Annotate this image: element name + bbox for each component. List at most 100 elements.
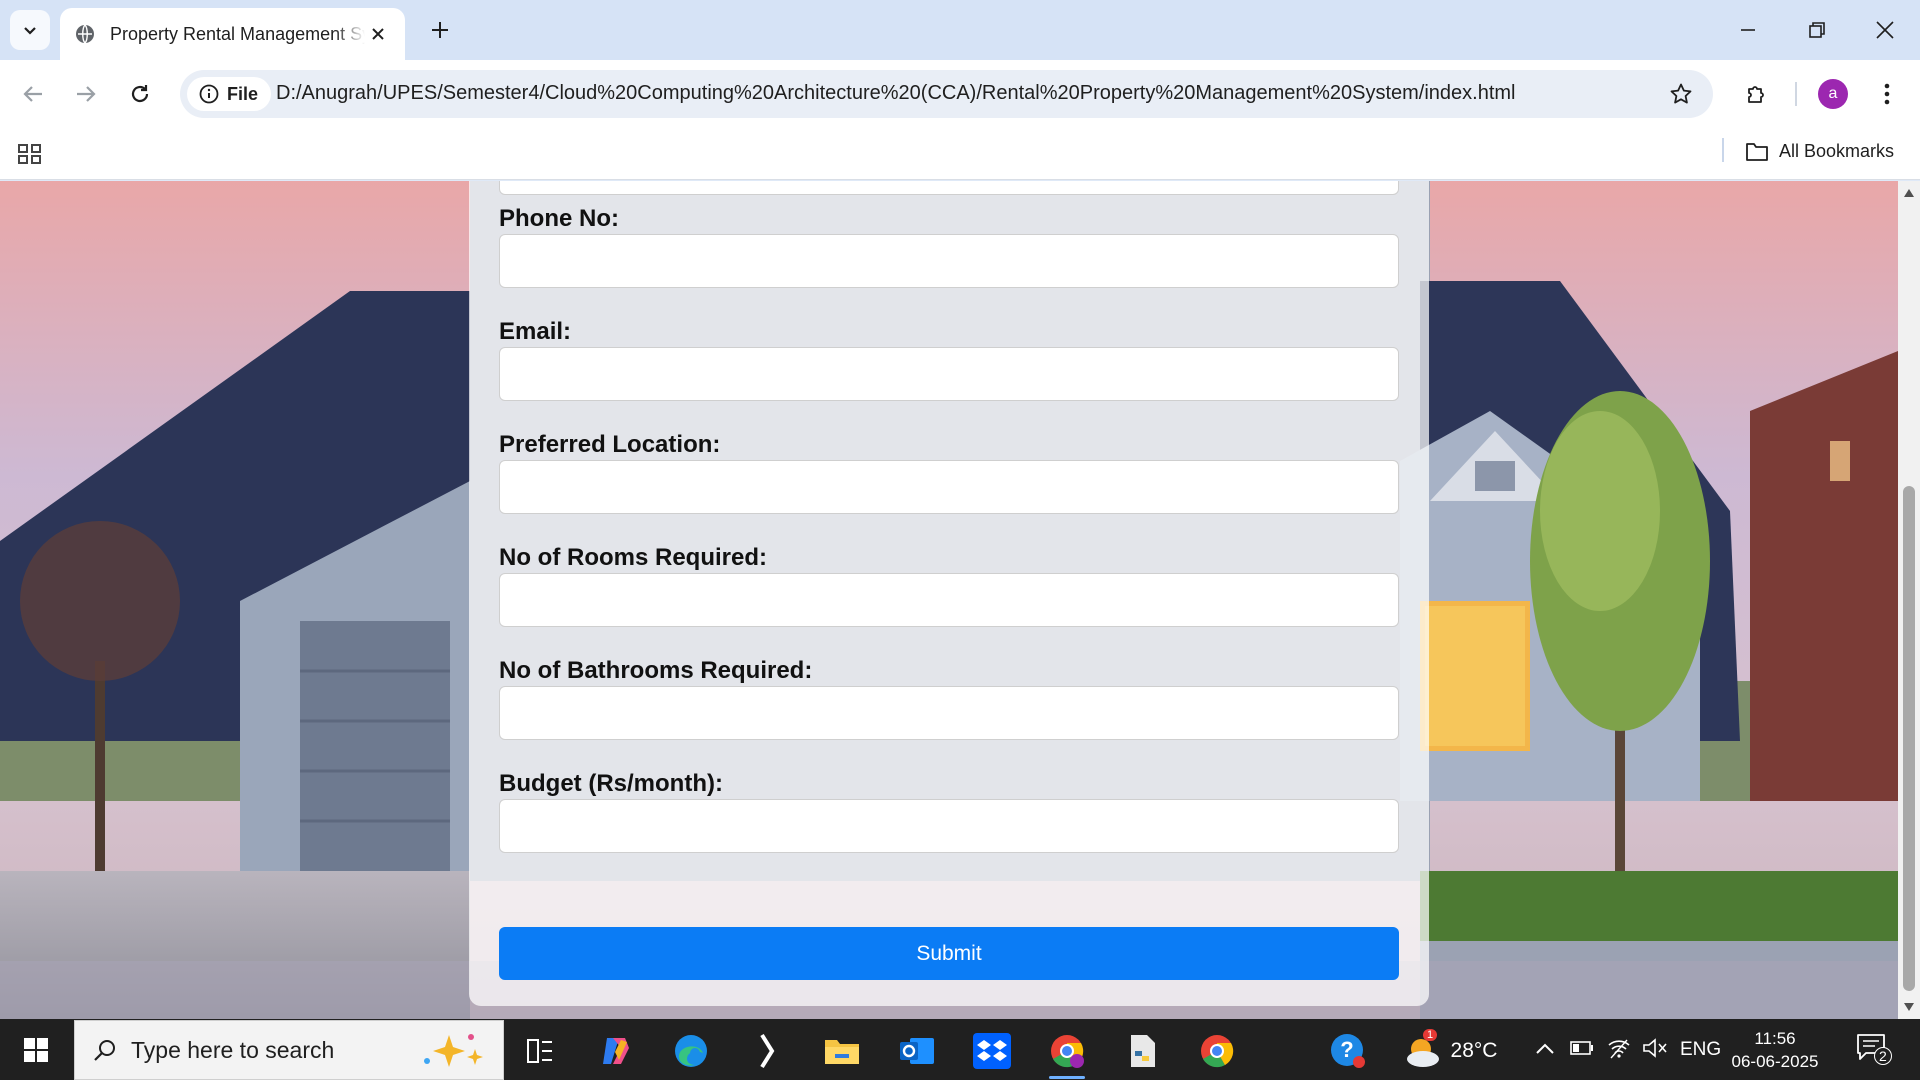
phone-input[interactable] (499, 234, 1399, 288)
close-icon (1876, 21, 1894, 39)
profile-avatar[interactable]: a (1818, 79, 1848, 109)
clock-time: 11:56 (1754, 1029, 1796, 1048)
copilot-app[interactable] (586, 1027, 646, 1075)
site-info-chip[interactable]: File (187, 77, 271, 111)
scroll-down-arrow[interactable] (1903, 1001, 1915, 1013)
clock[interactable]: 11:56 06-06-2025 (1730, 1027, 1820, 1073)
chevron-down-icon (24, 27, 36, 35)
triangle-down-icon (1904, 1003, 1914, 1011)
outlook-app[interactable] (887, 1027, 947, 1075)
dropbox-app[interactable] (962, 1027, 1022, 1075)
info-icon (199, 84, 219, 104)
close-tab-icon[interactable] (367, 23, 389, 45)
bookmark-star-button[interactable] (1667, 80, 1695, 108)
lightning-icon (760, 1033, 775, 1069)
minimize-icon (1741, 29, 1755, 31)
python-app[interactable] (1112, 1027, 1172, 1075)
budget-input[interactable] (499, 799, 1399, 853)
forward-button[interactable] (66, 74, 106, 114)
help-app[interactable]: ? (1318, 1027, 1378, 1075)
address-bar[interactable]: File D:/Anugrah/UPES/Semester4/Cloud%20C… (180, 70, 1713, 118)
reload-icon (131, 85, 149, 103)
windows-logo-icon (24, 1038, 48, 1062)
back-button[interactable] (13, 74, 53, 114)
terminal-app[interactable] (737, 1027, 797, 1075)
scrollbar-thumb[interactable] (1903, 486, 1915, 991)
chevron-up-icon[interactable] (1535, 1041, 1555, 1055)
active-tab[interactable]: Property Rental Management System (60, 8, 405, 60)
chrome-app[interactable] (1187, 1027, 1247, 1075)
plus-icon (432, 22, 448, 38)
bookmarks-bar: All Bookmarks (0, 128, 1920, 180)
apps-grid-icon[interactable] (16, 140, 44, 168)
all-bookmarks-button[interactable]: All Bookmarks (1745, 137, 1894, 165)
tab-title: Property Rental Management System (110, 23, 365, 44)
search-placeholder: Type here to search (131, 1036, 335, 1063)
chrome-icon (1201, 1035, 1234, 1068)
python-file-icon (1131, 1035, 1155, 1067)
restore-icon (1809, 22, 1825, 38)
star-icon (1670, 83, 1692, 104)
edge-app[interactable] (661, 1027, 721, 1075)
email-label: Email: (499, 318, 572, 345)
wifi-icon[interactable] (1607, 1037, 1631, 1059)
submit-button[interactable]: Submit (499, 927, 1399, 980)
chrome-app-active[interactable] (1037, 1027, 1097, 1079)
preferred-location-input[interactable] (499, 460, 1399, 514)
rooms-label: No of Rooms Required: (499, 544, 767, 571)
speaker-muted-icon[interactable] (1642, 1037, 1668, 1059)
toolbar-divider (1795, 82, 1797, 106)
bookmarks-divider (1722, 138, 1724, 162)
weather-badge: 1 (1423, 1029, 1438, 1041)
close-window-button[interactable] (1862, 12, 1908, 48)
weather-widget[interactable]: 1 28°C (1395, 1027, 1505, 1075)
weather-partly-cloudy-icon (1406, 1039, 1439, 1067)
weather-temp: 28°C (1450, 1039, 1498, 1062)
minimize-button[interactable] (1725, 12, 1771, 48)
email-input[interactable] (499, 347, 1399, 401)
chrome-icon (1051, 1035, 1084, 1068)
site-chip-label: File (227, 83, 259, 104)
reload-button[interactable] (120, 74, 160, 114)
bathrooms-label: No of Bathrooms Required: (499, 657, 813, 684)
previous-field-input[interactable] (499, 181, 1399, 195)
tab-search-button[interactable] (10, 10, 50, 50)
arrow-left-icon (23, 86, 42, 102)
start-button[interactable] (14, 1033, 58, 1067)
language-indicator[interactable]: ENG (1680, 1039, 1721, 1061)
browser-tab-strip: Property Rental Management System (0, 0, 1920, 60)
clock-date: 06-06-2025 (1731, 1052, 1819, 1071)
browser-menu-button[interactable] (1872, 74, 1902, 114)
new-tab-button[interactable] (426, 16, 454, 44)
url-text[interactable]: D:/Anugrah/UPES/Semester4/Cloud%20Comput… (276, 82, 1516, 105)
task-view-button[interactable] (510, 1027, 570, 1075)
notifications-button[interactable]: 2 (1856, 1033, 1892, 1067)
help-icon: ? (1331, 1034, 1365, 1068)
bathrooms-input[interactable] (499, 686, 1399, 740)
copilot-icon (603, 1038, 629, 1064)
rooms-input[interactable] (499, 573, 1399, 627)
svg-text:?: ? (1340, 1037, 1353, 1062)
budget-label: Budget (Rs/month): (499, 770, 723, 797)
triangle-up-icon (1904, 189, 1914, 197)
search-icon (94, 1040, 115, 1061)
page-scrollbar[interactable] (1898, 181, 1920, 1019)
puzzle-icon (1748, 86, 1764, 103)
edge-icon (675, 1035, 707, 1067)
notifications-count: 2 (1874, 1047, 1892, 1065)
all-bookmarks-label: All Bookmarks (1779, 140, 1895, 161)
scroll-up-arrow[interactable] (1903, 187, 1915, 199)
file-explorer-app[interactable] (812, 1027, 872, 1075)
dropbox-icon (973, 1033, 1011, 1069)
rental-requirements-form: Phone No: Email: Preferred Location: No … (469, 181, 1429, 1006)
taskbar-search-box[interactable]: Type here to search (74, 1020, 504, 1080)
battery-icon[interactable] (1570, 1039, 1594, 1057)
restore-button[interactable] (1794, 12, 1840, 48)
phone-label: Phone No: (499, 205, 619, 232)
preferred-location-label: Preferred Location: (499, 431, 721, 458)
folder-icon (1746, 143, 1768, 161)
folder-icon (825, 1040, 859, 1064)
task-view-icon (527, 1039, 552, 1063)
extensions-button[interactable] (1737, 74, 1777, 114)
globe-icon (76, 24, 94, 44)
